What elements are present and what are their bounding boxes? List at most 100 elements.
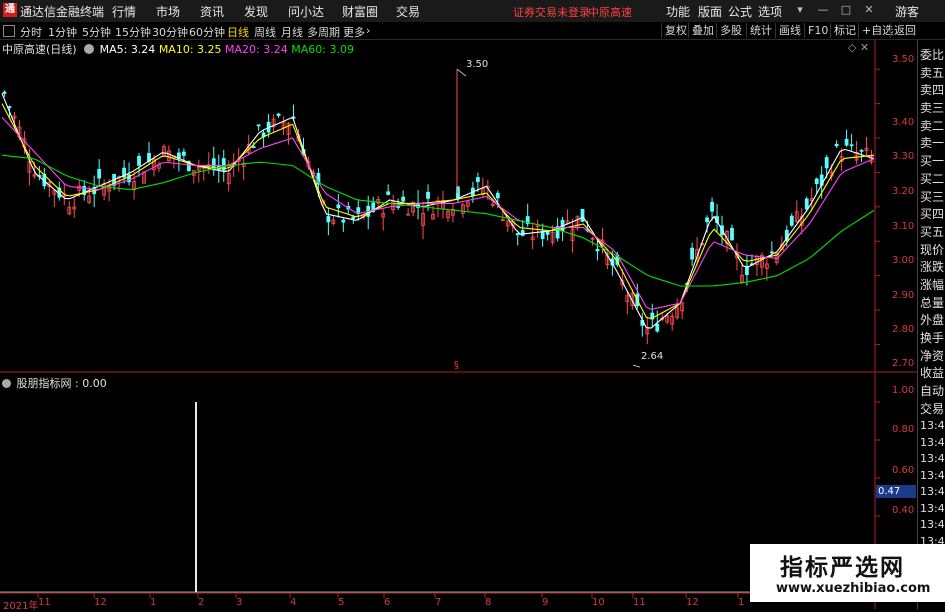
quote-field[interactable]: 买一 bbox=[920, 153, 945, 171]
candle-body bbox=[326, 216, 331, 223]
login-notice[interactable]: 证券交易未登录 bbox=[513, 4, 590, 20]
menu-shichang[interactable]: 市场 bbox=[156, 3, 180, 20]
candle-body bbox=[859, 149, 864, 152]
panel-toggle-icon[interactable] bbox=[3, 25, 15, 37]
x-tick: 3 bbox=[236, 597, 243, 608]
menu-caifuquan[interactable]: 财富圈 bbox=[342, 3, 378, 20]
x-tick: 10 bbox=[592, 597, 605, 608]
tab-60min[interactable]: 60分钟 bbox=[189, 24, 225, 40]
trade-time: 13:45 bbox=[920, 452, 945, 466]
candle-body bbox=[276, 113, 281, 117]
quote-field[interactable]: 委比 bbox=[920, 47, 945, 65]
menu-hangqing[interactable]: 行情 bbox=[112, 3, 136, 20]
quote-field[interactable]: 涨幅 bbox=[920, 277, 945, 295]
maximize-icon[interactable]: □ bbox=[840, 4, 852, 16]
candle-body bbox=[386, 191, 391, 195]
btn-diejia[interactable]: 叠加 bbox=[688, 23, 717, 38]
quote-field[interactable]: 外盘 bbox=[920, 312, 945, 330]
tab-1min[interactable]: 1分钟 bbox=[48, 24, 77, 40]
tab-monthly[interactable]: 月线 bbox=[281, 24, 303, 40]
menu-xuanxiang[interactable]: 选项 bbox=[758, 3, 782, 20]
quote-field[interactable]: 交易 bbox=[920, 401, 945, 419]
tab-fenshi[interactable]: 分时 bbox=[20, 24, 42, 40]
user-guest[interactable]: 游客 bbox=[895, 3, 919, 20]
y-tick: 3.40 bbox=[892, 117, 915, 128]
btn-duogu[interactable]: 多股 bbox=[716, 23, 745, 38]
quote-field[interactable]: 卖五 bbox=[920, 65, 945, 83]
btn-tongji[interactable]: 统计 bbox=[746, 23, 775, 38]
chevron-right-icon[interactable]: › bbox=[366, 24, 370, 37]
candle-body bbox=[97, 169, 102, 179]
quote-field[interactable]: 卖一 bbox=[920, 135, 945, 153]
minimize-icon[interactable]: — bbox=[817, 4, 829, 16]
x-tick: 7 bbox=[435, 597, 442, 608]
quote-field[interactable]: 卖四 bbox=[920, 82, 945, 100]
quote-field[interactable]: 买三 bbox=[920, 189, 945, 207]
stock-name-title: 中原高速 bbox=[588, 6, 632, 19]
candle-body bbox=[401, 196, 406, 202]
quote-field[interactable]: 自动 bbox=[920, 383, 945, 401]
candle-body bbox=[804, 198, 809, 210]
settings-circle-icon[interactable] bbox=[84, 44, 95, 54]
candle-body bbox=[580, 208, 585, 222]
tab-multi-period[interactable]: 多周期 bbox=[307, 24, 340, 40]
btn-back[interactable]: 返回 bbox=[890, 23, 919, 38]
watermark-url: www.xuezhibiao.com bbox=[776, 581, 931, 596]
quote-field[interactable]: 卖三 bbox=[920, 100, 945, 118]
x-tick: 11 bbox=[38, 597, 51, 608]
quote-field[interactable]: 换手 bbox=[920, 330, 945, 348]
tab-more[interactable]: 更多 bbox=[343, 24, 365, 40]
y-tick: 2.90 bbox=[892, 290, 915, 301]
candle-body bbox=[705, 217, 709, 223]
x-tick: 12 bbox=[94, 597, 107, 608]
sub-y-tick: 0.80 bbox=[892, 424, 915, 435]
candle-body bbox=[595, 248, 600, 252]
tab-5min[interactable]: 5分钟 bbox=[82, 24, 111, 40]
btn-fuquan[interactable]: 复权 bbox=[661, 23, 690, 38]
btn-huaxian[interactable]: 画线 bbox=[775, 23, 804, 38]
x-tick: 5 bbox=[338, 597, 345, 608]
quote-field[interactable]: 卖二 bbox=[920, 118, 945, 136]
btn-biaoji[interactable]: 标记 bbox=[830, 23, 859, 38]
tab-15min[interactable]: 15分钟 bbox=[115, 24, 151, 40]
tab-weekly[interactable]: 周线 bbox=[254, 24, 276, 40]
candle-body bbox=[406, 213, 411, 216]
menu-gongshi[interactable]: 公式 bbox=[728, 3, 752, 20]
tab-daily[interactable]: 日线 bbox=[227, 24, 249, 40]
ma10-value: 3.25 bbox=[197, 43, 222, 56]
close-icon[interactable]: ✕ bbox=[863, 4, 875, 16]
stock-label: 中原高速(日线) bbox=[2, 43, 77, 56]
quote-field[interactable]: 收益 bbox=[920, 365, 945, 383]
candle-body bbox=[789, 215, 794, 226]
candle-body bbox=[181, 151, 186, 156]
diamond-icon[interactable]: ◇ ✕ bbox=[848, 41, 869, 54]
kline-chart-area[interactable] bbox=[0, 40, 917, 609]
event-marker[interactable]: § bbox=[454, 360, 459, 371]
indicator-circle-icon[interactable] bbox=[2, 379, 11, 388]
app-title: 通达信金融终端 bbox=[20, 5, 105, 19]
dropdown-icon[interactable]: ▾ bbox=[794, 4, 806, 16]
quote-field[interactable]: 净资 bbox=[920, 348, 945, 366]
quote-field[interactable]: 总量 bbox=[920, 295, 945, 313]
candle-body bbox=[540, 231, 545, 239]
menu-faxian[interactable]: 发现 bbox=[244, 3, 268, 20]
btn-f10[interactable]: F10 bbox=[804, 23, 831, 38]
ma20-label: MA20 bbox=[225, 43, 257, 56]
quote-field[interactable]: 买四 bbox=[920, 206, 945, 224]
quote-field[interactable]: 涨跌 bbox=[920, 259, 945, 277]
candle-body bbox=[824, 157, 829, 169]
trade-time: 13:45 bbox=[920, 468, 945, 482]
menu-wenxiaoda[interactable]: 问小达 bbox=[288, 3, 324, 20]
candle-body bbox=[690, 247, 695, 260]
menu-banmian[interactable]: 版面 bbox=[698, 3, 722, 20]
quote-field[interactable]: 买二 bbox=[920, 171, 945, 189]
candle-body bbox=[336, 204, 341, 209]
menu-zixun[interactable]: 资讯 bbox=[200, 3, 224, 20]
menu-jiaoyi[interactable]: 交易 bbox=[396, 3, 420, 20]
quote-field[interactable]: 买五 bbox=[920, 224, 945, 242]
tab-30min[interactable]: 30分钟 bbox=[152, 24, 188, 40]
indicator-name: 股朋指标网 bbox=[16, 377, 72, 390]
quote-field[interactable]: 现价 bbox=[920, 242, 945, 260]
menu-gongneng[interactable]: 功能 bbox=[666, 3, 690, 20]
ma60-label: MA60 bbox=[291, 43, 323, 56]
